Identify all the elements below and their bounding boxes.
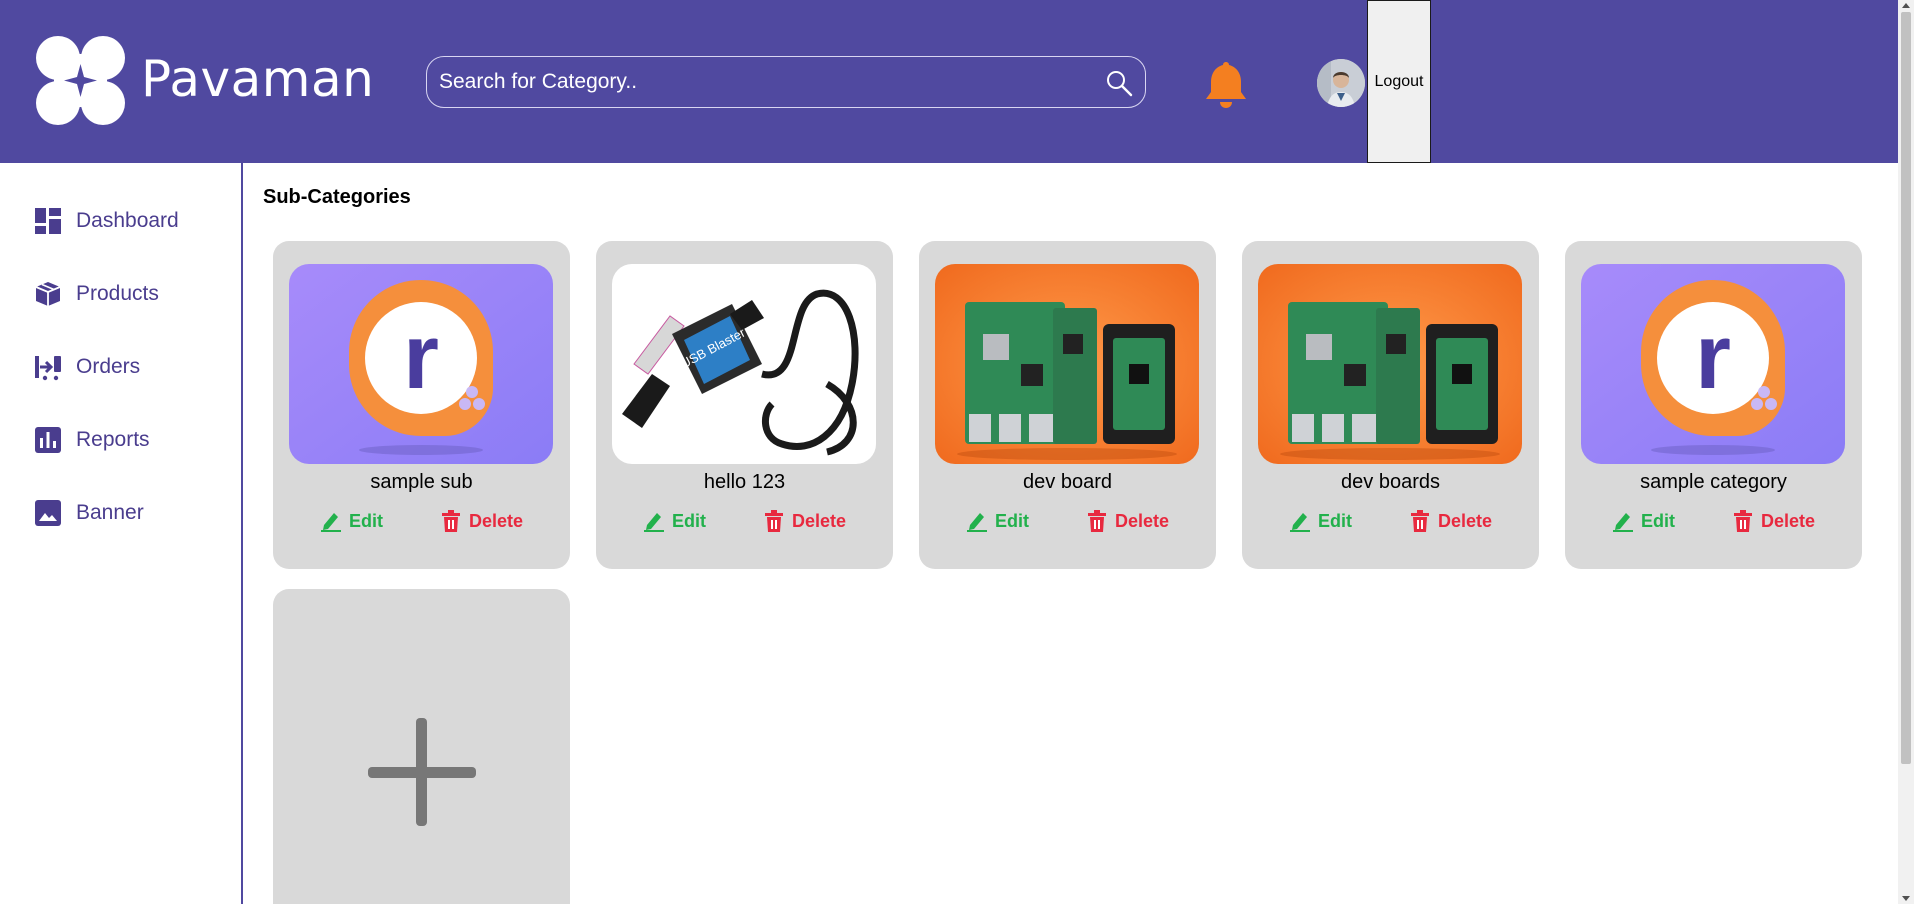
sidebar: Dashboard Products Orders Reports Banner bbox=[0, 163, 243, 904]
avatar-image-icon bbox=[1317, 59, 1365, 107]
subcategory-name: dev board bbox=[1023, 471, 1112, 493]
search-bar bbox=[426, 56, 1146, 108]
user-avatar[interactable] bbox=[1317, 59, 1365, 107]
sidebar-item-products[interactable]: Products bbox=[34, 278, 159, 310]
pencil-icon bbox=[321, 513, 341, 532]
app-root: Pavaman Logout bbox=[0, 0, 1914, 904]
edit-button[interactable]: Edit bbox=[644, 507, 706, 535]
sidebar-item-orders[interactable]: Orders bbox=[34, 351, 140, 383]
bar-chart-icon bbox=[35, 427, 61, 453]
usb-blaster-image-icon: USB Blaster bbox=[612, 264, 876, 464]
delete-button[interactable]: Delete bbox=[441, 507, 523, 535]
sidebar-item-banner[interactable]: Banner bbox=[34, 497, 144, 529]
subcategory-card: r sample sub Edit Delete bbox=[273, 241, 570, 569]
scrollbar-thumb[interactable] bbox=[1901, 12, 1911, 764]
svg-text:r: r bbox=[403, 306, 439, 408]
search-input[interactable] bbox=[439, 57, 1079, 107]
subcategory-name: hello 123 bbox=[703, 471, 786, 493]
delete-label: Delete bbox=[1761, 510, 1816, 531]
orders-icon bbox=[35, 356, 61, 381]
notification-bell-icon[interactable] bbox=[1203, 58, 1249, 110]
subcategory-name: sample category bbox=[1640, 471, 1787, 493]
edit-label: Edit bbox=[1318, 510, 1352, 531]
trash-icon bbox=[1411, 510, 1429, 532]
sidebar-item-reports[interactable]: Reports bbox=[34, 424, 150, 456]
plus-icon bbox=[368, 718, 476, 826]
trash-icon bbox=[442, 510, 460, 532]
trash-icon bbox=[765, 510, 783, 532]
delete-label: Delete bbox=[469, 510, 524, 531]
add-subcategory-card[interactable] bbox=[273, 589, 570, 904]
vertical-scrollbar[interactable] bbox=[1898, 0, 1914, 904]
edit-button[interactable]: Edit bbox=[1290, 507, 1352, 535]
box-icon bbox=[35, 282, 61, 306]
edit-label: Edit bbox=[672, 510, 706, 531]
scroll-up-arrow-icon[interactable] bbox=[1902, 3, 1910, 8]
edit-label: Edit bbox=[1641, 510, 1675, 531]
dev-boards-image-icon bbox=[935, 264, 1199, 464]
subcategory-card: r sample category Edit Delete bbox=[1565, 241, 1862, 569]
sidebar-item-label: Products bbox=[76, 282, 159, 305]
brand-name: Pavaman bbox=[141, 50, 375, 108]
search-icon[interactable] bbox=[1105, 69, 1133, 97]
delete-button[interactable]: Delete bbox=[1410, 507, 1492, 535]
delete-label: Delete bbox=[792, 510, 847, 531]
dashboard-icon bbox=[35, 208, 61, 234]
sidebar-item-label: Reports bbox=[76, 428, 150, 451]
sidebar-item-label: Orders bbox=[76, 355, 141, 378]
sidebar-item-dashboard[interactable]: Dashboard bbox=[34, 205, 179, 237]
subcategory-image: r bbox=[1581, 264, 1845, 464]
delete-button[interactable]: Delete bbox=[1733, 507, 1815, 535]
trash-icon bbox=[1088, 510, 1106, 532]
pencil-icon bbox=[1613, 513, 1633, 532]
pavaman-logo-icon[interactable] bbox=[34, 34, 127, 127]
pencil-icon bbox=[967, 513, 987, 532]
logout-button[interactable]: Logout bbox=[1367, 0, 1431, 163]
dev-boards-image-icon bbox=[1258, 264, 1522, 464]
pencil-icon bbox=[644, 513, 664, 532]
image-icon bbox=[35, 500, 61, 526]
subcategory-image: r bbox=[289, 264, 553, 464]
edit-button[interactable]: Edit bbox=[1613, 507, 1675, 535]
delete-button[interactable]: Delete bbox=[1087, 507, 1169, 535]
subcategory-card: USB Blaster hello 123 Edit Delete bbox=[596, 241, 893, 569]
scroll-down-arrow-icon[interactable] bbox=[1902, 896, 1910, 901]
subcategory-name: dev boards bbox=[1341, 471, 1440, 493]
sidebar-item-label: Banner bbox=[76, 501, 144, 524]
delete-label: Delete bbox=[1438, 510, 1493, 531]
orange-r-logo-icon: r bbox=[1581, 264, 1845, 464]
subcategory-name: sample sub bbox=[370, 471, 473, 493]
pencil-icon bbox=[1290, 513, 1310, 532]
edit-label: Edit bbox=[995, 510, 1029, 531]
delete-button[interactable]: Delete bbox=[764, 507, 846, 535]
edit-button[interactable]: Edit bbox=[967, 507, 1029, 535]
orange-r-logo-icon: r bbox=[289, 264, 553, 464]
subcategory-image: USB Blaster bbox=[612, 264, 876, 464]
top-header: Pavaman Logout bbox=[0, 0, 1898, 163]
subcategory-image bbox=[1258, 264, 1522, 464]
subcategory-card: dev boards Edit Delete bbox=[1242, 241, 1539, 569]
delete-label: Delete bbox=[1115, 510, 1170, 531]
subcategory-card: dev board Edit Delete bbox=[919, 241, 1216, 569]
subcategory-image bbox=[935, 264, 1199, 464]
edit-label: Edit bbox=[349, 510, 383, 531]
trash-icon bbox=[1734, 510, 1752, 532]
svg-text:r: r bbox=[1695, 306, 1731, 408]
edit-button[interactable]: Edit bbox=[321, 507, 383, 535]
page-title: Sub-Categories bbox=[263, 186, 411, 208]
sidebar-item-label: Dashboard bbox=[76, 209, 179, 232]
